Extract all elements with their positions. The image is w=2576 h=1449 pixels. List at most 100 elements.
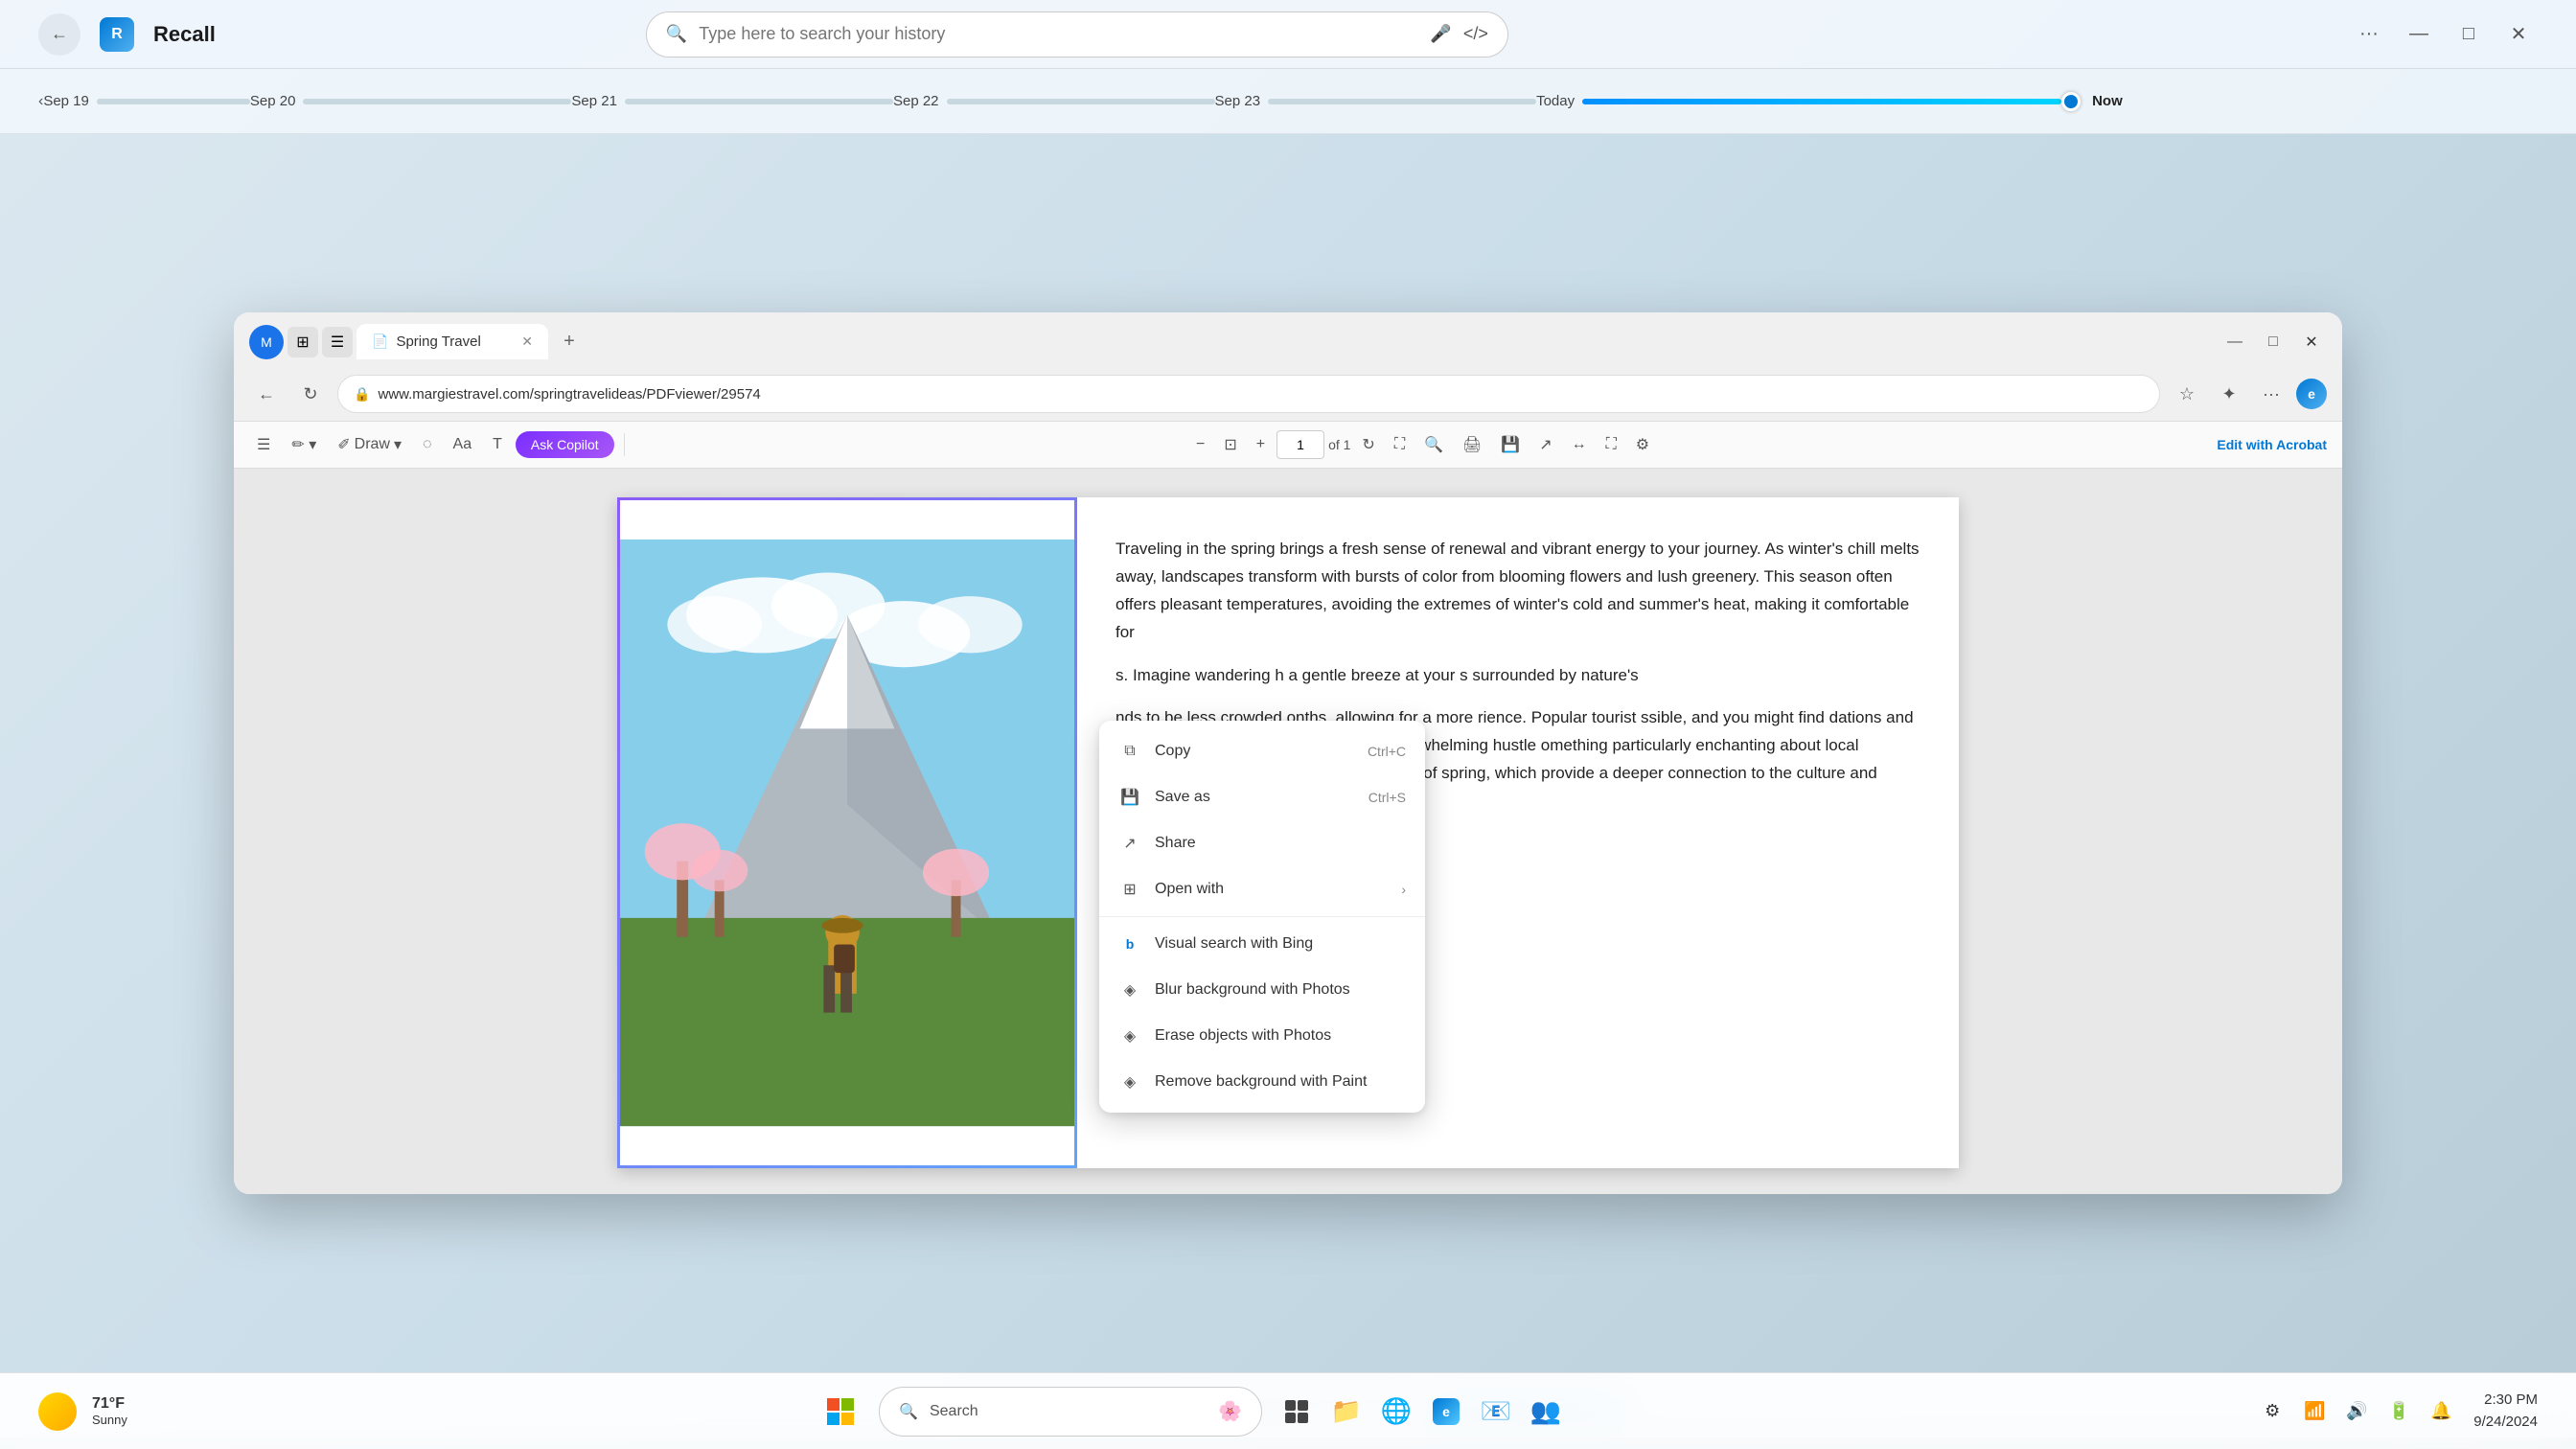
weather-temperature: 71°F [92,1395,127,1413]
weather-sun-icon [38,1392,77,1431]
pdf-list-button[interactable]: ☰ [249,429,278,460]
taskbar-sound-button[interactable]: 🔊 [2339,1394,2374,1429]
pdf-page-number-input[interactable] [1276,430,1324,459]
pdf-share-button[interactable]: ↗ [1531,429,1559,460]
pdf-erase-button[interactable]: ◌ [415,429,440,460]
task-view-button[interactable] [1274,1389,1320,1435]
taskbar-clock[interactable]: 2:30 PM 9/24/2024 [2473,1390,2538,1433]
pdf-open-external-button[interactable]: ↔ [1564,429,1595,460]
timeline-date-sep20: Sep 20 [250,93,304,109]
pdf-highlight-button[interactable]: Aa [446,429,480,460]
recall-search-input[interactable] [699,24,1418,44]
taskbar-date: 9/24/2024 [2473,1412,2538,1434]
pdf-expand-button[interactable]: ⛶ [1598,429,1624,460]
timeline-line-sep20 [303,99,571,104]
pdf-text-button[interactable]: T [485,429,510,460]
file-explorer-button[interactable]: 📁 [1323,1389,1369,1435]
browser-new-tab-button[interactable]: + [552,325,586,359]
browser-chrome: M ⊞ ☰ 📄 Spring Travel ✕ + — □ ✕ [234,312,2342,367]
windows-logo-icon [825,1396,856,1427]
context-menu-bing-search[interactable]: b Visual search with Bing [1099,921,1425,967]
pdf-page: ⧉ Copy Ctrl+C 💾 Save as Ctrl+S ↗ Share [617,497,1959,1168]
context-menu-share[interactable]: ↗ Share [1099,820,1425,866]
browser-maximize-button[interactable]: □ [2258,327,2288,357]
taskbar-network-button[interactable]: 📶 [2297,1394,2332,1429]
recall-back-button[interactable]: ← [38,13,80,56]
browser-tab-title: Spring Travel [396,334,480,350]
context-menu-open-with-label: Open with [1155,881,1224,898]
open-with-icon: ⊞ [1118,878,1141,901]
pdf-annotate-button[interactable]: ✏ ▾ [284,429,324,460]
browser-tab-spring-travel[interactable]: 📄 Spring Travel ✕ [356,324,548,359]
timeline-sep22[interactable]: Sep 22 [893,93,1215,109]
pdf-draw-button[interactable]: ✐ Draw ▾ [330,429,409,460]
collections-button[interactable]: ✦ [2212,377,2246,411]
browser-minimize-button[interactable]: — [2220,327,2250,357]
favorites-button[interactable]: ☆ [2170,377,2204,411]
context-menu-remove-bg[interactable]: ◈ Remove background with Paint [1099,1059,1425,1105]
pdf-zoom-in-button[interactable]: + [1249,429,1273,460]
minimize-button[interactable]: — [2400,15,2438,54]
context-menu-blur-bg[interactable]: ◈ Blur background with Photos [1099,967,1425,1013]
taskbar-battery-button[interactable]: 🔋 [2381,1394,2416,1429]
browser-tabs: M ⊞ ☰ 📄 Spring Travel ✕ + — □ ✕ [249,324,2327,359]
start-button[interactable] [814,1385,867,1438]
pdf-page-total: of 1 [1328,437,1350,452]
browser-close-button[interactable]: ✕ [2296,327,2327,357]
more-browser-options[interactable]: ··· [2254,377,2288,411]
edit-with-acrobat-button[interactable]: Edit with Acrobat [2217,437,2327,452]
taskbar-settings-button[interactable]: ⚙ [2255,1394,2289,1429]
browser-sidebar-button[interactable]: ☰ [322,327,353,357]
browser-address-bar: ← ↻ 🔒 www.margiestravel.com/springtravel… [234,367,2342,422]
recall-logo: R [100,17,134,52]
taskbar-search-box[interactable]: 🔍 Search 🌸 [879,1387,1262,1437]
context-menu-copy-label: Copy [1155,743,1190,760]
browser-refresh-button[interactable]: ↻ [293,377,328,411]
pdf-search-button[interactable]: 🔍 [1416,429,1451,460]
context-menu-share-label: Share [1155,835,1196,852]
pdf-paragraph-1: Traveling in the spring brings a fresh s… [1116,536,1920,647]
taskbar-notification-button[interactable]: 🔔 [2424,1394,2458,1429]
mail-button[interactable]: 📧 [1473,1389,1519,1435]
pdf-save-button[interactable]: 💾 [1493,429,1528,460]
pdf-settings-button[interactable]: ⚙ [1628,429,1657,460]
timeline-sep20[interactable]: Sep 20 [250,93,572,109]
pdf-fullscreen-button[interactable]: ⛶ [1387,429,1413,460]
edge-browser-button[interactable]: e [1423,1389,1469,1435]
timeline-current-marker [2061,92,2081,111]
code-button[interactable]: </> [1463,24,1488,44]
recall-search-container: 🔍 🎤 </> [646,12,1508,58]
microphone-button[interactable]: 🎤 [1430,24,1451,44]
taskbar-left: 71°F Sunny [38,1392,127,1431]
task-view-icon [1283,1398,1310,1425]
pdf-fit-page-button[interactable]: ⊡ [1216,429,1244,460]
maximize-button[interactable]: □ [2450,15,2488,54]
browser-back-button[interactable]: ← [249,377,284,411]
pdf-rotate-button[interactable]: ↻ [1354,429,1382,460]
timeline-sep21[interactable]: Sep 21 [571,93,893,109]
pdf-zoom-out-button[interactable]: − [1188,429,1212,460]
close-button[interactable]: ✕ [2499,15,2538,54]
pdf-print-button[interactable]: 🖨 [1455,429,1489,460]
timeline-date-sep22: Sep 22 [893,93,947,109]
save-icon: 💾 [1118,786,1141,809]
browser-extensions-button[interactable]: ⊞ [288,327,318,357]
context-menu-open-with[interactable]: ⊞ Open with › [1099,866,1425,912]
browser-url-box[interactable]: 🔒 www.margiestravel.com/springtravelidea… [337,375,2160,413]
context-menu-save-label: Save as [1155,789,1210,806]
context-menu-copy[interactable]: ⧉ Copy Ctrl+C [1099,728,1425,774]
share-icon: ↗ [1118,832,1141,855]
timeline-sep23[interactable]: Sep 23 [1215,93,1537,109]
more-options-button[interactable]: ··· [2350,15,2388,54]
timeline-sep19[interactable]: Sep 19 [43,93,250,109]
browser-tab-close-button[interactable]: ✕ [521,334,533,350]
context-menu-save-as[interactable]: 💾 Save as Ctrl+S [1099,774,1425,820]
timeline-today[interactable]: Today [1536,92,2081,111]
timeline-line-sep23 [1268,99,1536,104]
browser-taskbar-button[interactable]: 🌐 [1373,1389,1419,1435]
context-menu-erase-objects[interactable]: ◈ Erase objects with Photos [1099,1013,1425,1059]
ask-copilot-button[interactable]: Ask Copilot [516,431,614,458]
taskbar-search-icon: 🔍 [899,1402,918,1421]
teams-button[interactable]: 👥 [1523,1389,1569,1435]
browser-profile-button[interactable]: M [249,325,284,359]
